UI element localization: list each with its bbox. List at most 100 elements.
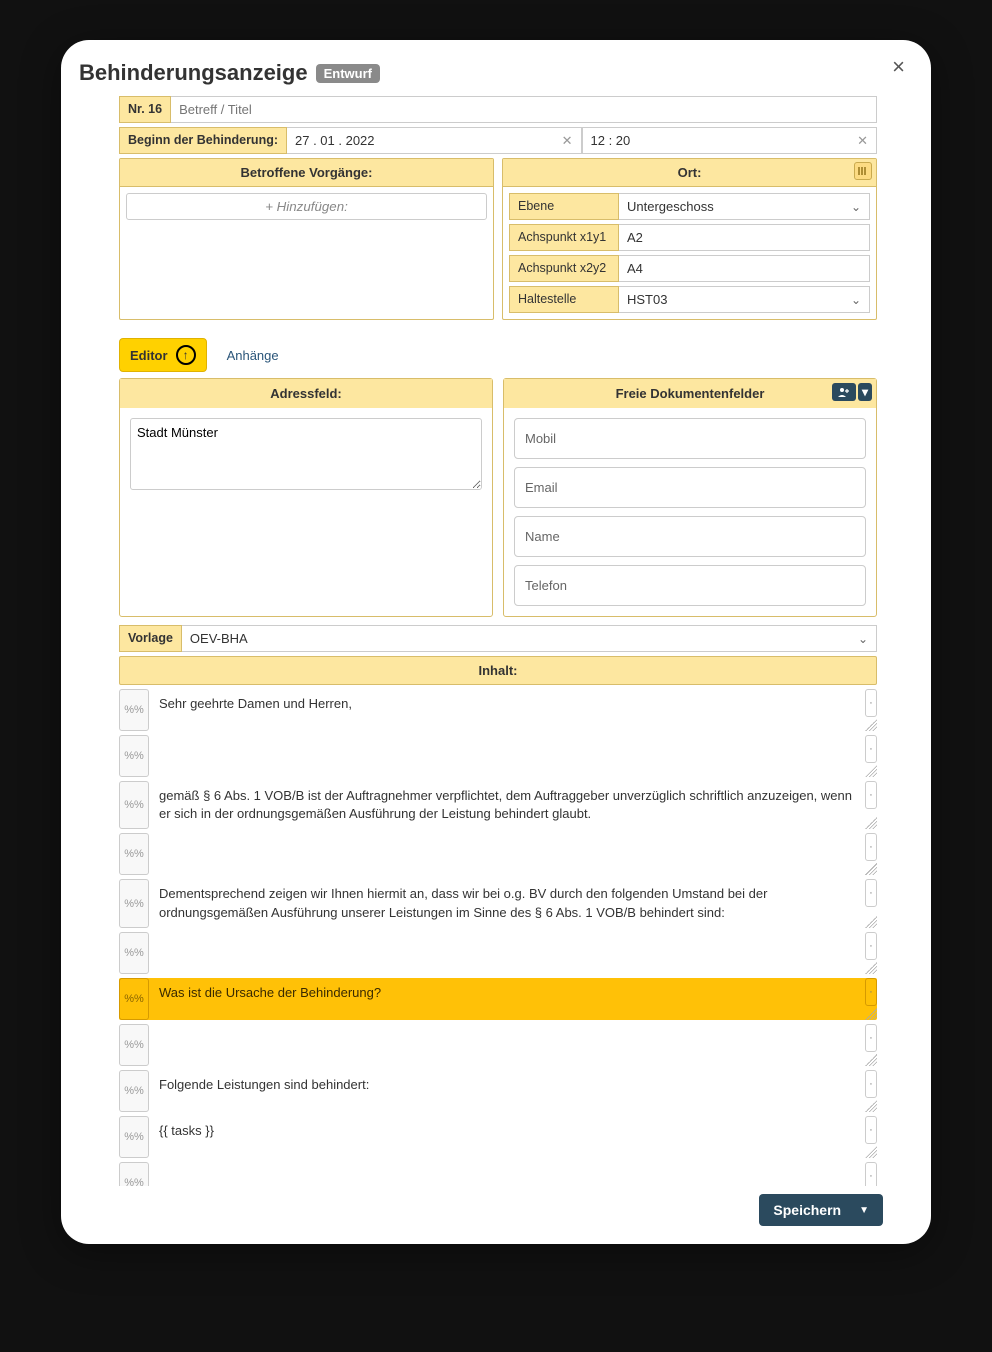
line-menu-button[interactable]: · (865, 735, 877, 763)
docfield-mobil[interactable]: Mobil (514, 418, 866, 459)
begin-date-value: 27 . 01 . 2022 (295, 133, 375, 148)
ax2-label: Achspunkt x2y2 (509, 255, 619, 282)
content-text[interactable] (155, 735, 859, 777)
ax1-value: A2 (627, 230, 643, 245)
page-title: Behinderungsanzeige Entwurf (79, 60, 923, 96)
content-line: %%Folgende Leistungen sind behindert:· (119, 1070, 877, 1112)
begin-time-input[interactable]: 12 : 20 ✕ (582, 127, 878, 154)
variable-button[interactable]: %% (119, 833, 149, 875)
vorlage-value: OEV-BHA (190, 631, 248, 646)
halt-label: Haltestelle (509, 286, 619, 313)
clear-time-icon[interactable]: ✕ (857, 133, 868, 149)
content-text[interactable] (155, 833, 859, 875)
variable-button[interactable]: %% (119, 1070, 149, 1112)
content-text[interactable]: Was ist die Ursache der Behinderung? (155, 978, 859, 1020)
resize-handle-icon[interactable] (865, 1008, 877, 1020)
chevron-down-icon: ⌄ (858, 632, 868, 646)
halt-select[interactable]: HST03 ⌄ (619, 286, 870, 313)
add-affected-button[interactable]: + Hinzufügen: (126, 193, 487, 220)
resize-handle-icon[interactable] (865, 765, 877, 777)
resize-handle-icon[interactable] (865, 916, 877, 928)
content-line: %%Was ist die Ursache der Behinderung?· (119, 978, 877, 1020)
variable-button[interactable]: %% (119, 879, 149, 927)
variable-button[interactable]: %% (119, 735, 149, 777)
ax1-label: Achspunkt x1y1 (509, 224, 619, 251)
arrow-up-circle-icon: ↑ (176, 345, 196, 365)
caret-down-icon: ▼ (859, 1205, 869, 1216)
line-menu-button[interactable]: · (865, 689, 877, 717)
content-text[interactable]: Folgende Leistungen sind behindert: (155, 1070, 859, 1112)
content-line: %% · (119, 833, 877, 875)
content-line: %%{{ tasks }}· (119, 1116, 877, 1158)
ax2-value: A4 (627, 261, 643, 276)
begin-time-value: 12 : 20 (591, 133, 631, 148)
resize-handle-icon[interactable] (865, 1054, 877, 1066)
subject-input-wrap[interactable] (171, 96, 877, 123)
content-text[interactable] (155, 1024, 859, 1066)
content-text[interactable] (155, 1162, 859, 1186)
line-menu-button[interactable]: · (865, 932, 877, 960)
docfields-panel: Freie Dokumentenfelder ▾ MobilEmailNameT… (503, 378, 877, 617)
begin-date-input[interactable]: 27 . 01 . 2022 ✕ (287, 127, 582, 154)
resize-handle-icon[interactable] (865, 817, 877, 829)
docfield-telefon[interactable]: Telefon (514, 565, 866, 606)
resize-handle-icon[interactable] (865, 1100, 877, 1112)
line-menu-button[interactable]: · (865, 1024, 877, 1052)
variable-button[interactable]: %% (119, 1162, 149, 1186)
line-menu-button[interactable]: · (865, 833, 877, 861)
save-label: Speichern (773, 1202, 841, 1218)
content-line: %%Dementsprechend zeigen wir Ihnen hierm… (119, 879, 877, 927)
status-badge: Entwurf (316, 64, 380, 83)
line-menu-button[interactable]: · (865, 781, 877, 809)
vorlage-select[interactable]: OEV-BHA ⌄ (182, 625, 877, 652)
begin-label: Beginn der Behinderung: (119, 127, 287, 154)
resize-handle-icon[interactable] (865, 1146, 877, 1158)
location-heading: Ort: (678, 165, 702, 180)
resize-handle-icon[interactable] (865, 719, 877, 731)
line-menu-button[interactable]: · (865, 879, 877, 907)
map-icon[interactable] (854, 162, 872, 180)
docfields-dropdown[interactable]: ▾ (858, 383, 872, 401)
vorlage-label: Vorlage (119, 625, 182, 652)
clear-date-icon[interactable]: ✕ (562, 133, 573, 149)
content-text[interactable]: gemäß § 6 Abs. 1 VOB/B ist der Auftragne… (155, 781, 859, 829)
content-text[interactable]: Sehr geehrte Damen und Herren, (155, 689, 859, 731)
content-text[interactable] (155, 932, 859, 974)
variable-button[interactable]: %% (119, 932, 149, 974)
content-line: %%gemäß § 6 Abs. 1 VOB/B ist der Auftrag… (119, 781, 877, 829)
line-menu-button[interactable]: · (865, 1116, 877, 1144)
close-icon[interactable]: × (892, 54, 905, 80)
content-text[interactable]: Dementsprechend zeigen wir Ihnen hiermit… (155, 879, 859, 927)
docfield-name[interactable]: Name (514, 516, 866, 557)
content-line: %% · (119, 1162, 877, 1186)
subject-input[interactable] (179, 102, 868, 117)
ax2-input[interactable]: A4 (619, 255, 870, 282)
content-line: %% · (119, 932, 877, 974)
resize-handle-icon[interactable] (865, 863, 877, 875)
line-menu-button[interactable]: · (865, 978, 877, 1006)
resize-handle-icon[interactable] (865, 962, 877, 974)
halt-value: HST03 (627, 292, 667, 307)
tab-attachments[interactable]: Anhänge (217, 342, 289, 369)
address-textarea[interactable] (130, 418, 482, 490)
line-menu-button[interactable]: · (865, 1070, 877, 1098)
tab-editor[interactable]: Editor ↑ (119, 338, 207, 372)
save-button[interactable]: Speichern ▼ (759, 1194, 883, 1226)
docfield-email[interactable]: Email (514, 467, 866, 508)
chevron-down-icon: ⌄ (851, 200, 861, 214)
variable-button[interactable]: %% (119, 1024, 149, 1066)
add-person-button[interactable] (832, 383, 856, 401)
ax1-input[interactable]: A2 (619, 224, 870, 251)
variable-button[interactable]: %% (119, 781, 149, 829)
variable-button[interactable]: %% (119, 1116, 149, 1158)
number-label: Nr. 16 (119, 96, 171, 123)
content-text[interactable]: {{ tasks }} (155, 1116, 859, 1158)
scroll-area[interactable]: Nr. 16 Beginn der Behinderung: 27 . 01 .… (79, 96, 923, 1186)
variable-button[interactable]: %% (119, 978, 149, 1020)
content-line: %% · (119, 735, 877, 777)
variable-button[interactable]: %% (119, 689, 149, 731)
ebene-select[interactable]: Untergeschoss ⌄ (619, 193, 870, 220)
line-menu-button[interactable]: · (865, 1162, 877, 1186)
content-line: %% · (119, 1024, 877, 1066)
content-heading: Inhalt: (119, 656, 877, 685)
